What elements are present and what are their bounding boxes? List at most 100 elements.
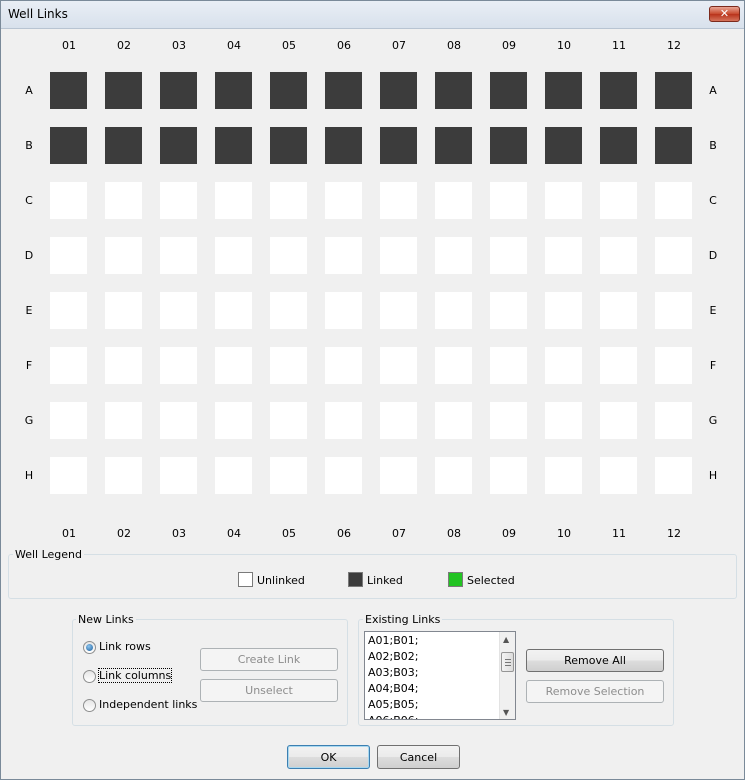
well-H11[interactable] (600, 457, 637, 494)
well-B05[interactable] (270, 127, 307, 164)
well-G12[interactable] (655, 402, 692, 439)
well-E01[interactable] (50, 292, 87, 329)
list-item[interactable]: A02;B02; (368, 650, 418, 663)
well-F08[interactable] (435, 347, 472, 384)
well-D09[interactable] (490, 237, 527, 274)
well-H09[interactable] (490, 457, 527, 494)
existing-links-list[interactable]: A01;B01; A02;B02; A03;B03; A04;B04; A05;B05;… (364, 631, 516, 720)
well-F03[interactable] (160, 347, 197, 384)
well-F11[interactable] (600, 347, 637, 384)
well-B06[interactable] (325, 127, 362, 164)
well-B08[interactable] (435, 127, 472, 164)
list-item[interactable]: A03;B03; (368, 666, 418, 679)
well-H04[interactable] (215, 457, 252, 494)
remove-selection-button[interactable]: Remove Selection (526, 680, 664, 703)
create-link-button[interactable]: Create Link (200, 648, 338, 671)
well-F02[interactable] (105, 347, 142, 384)
scroll-thumb[interactable] (501, 652, 514, 672)
unselect-button[interactable]: Unselect (200, 679, 338, 702)
well-E07[interactable] (380, 292, 417, 329)
well-A06[interactable] (325, 72, 362, 109)
well-C09[interactable] (490, 182, 527, 219)
well-E11[interactable] (600, 292, 637, 329)
well-B12[interactable] (655, 127, 692, 164)
well-C10[interactable] (545, 182, 582, 219)
well-C07[interactable] (380, 182, 417, 219)
well-E03[interactable] (160, 292, 197, 329)
well-H02[interactable] (105, 457, 142, 494)
well-A09[interactable] (490, 72, 527, 109)
well-D05[interactable] (270, 237, 307, 274)
ok-button[interactable]: OK (287, 745, 370, 769)
well-F10[interactable] (545, 347, 582, 384)
well-G06[interactable] (325, 402, 362, 439)
well-A08[interactable] (435, 72, 472, 109)
well-D01[interactable] (50, 237, 87, 274)
well-A01[interactable] (50, 72, 87, 109)
well-D03[interactable] (160, 237, 197, 274)
independent-links-radio[interactable] (83, 699, 96, 712)
remove-all-button[interactable]: Remove All (526, 649, 664, 672)
close-button[interactable]: ✕ (709, 6, 740, 22)
well-B02[interactable] (105, 127, 142, 164)
well-D11[interactable] (600, 237, 637, 274)
list-item[interactable]: A05;B05; (368, 698, 418, 711)
well-A04[interactable] (215, 72, 252, 109)
well-D04[interactable] (215, 237, 252, 274)
well-G11[interactable] (600, 402, 637, 439)
independent-links-label[interactable]: Independent links (99, 698, 197, 711)
well-G04[interactable] (215, 402, 252, 439)
well-G03[interactable] (160, 402, 197, 439)
well-A02[interactable] (105, 72, 142, 109)
well-D02[interactable] (105, 237, 142, 274)
well-C02[interactable] (105, 182, 142, 219)
list-item[interactable]: A04;B04; (368, 682, 418, 695)
list-item[interactable]: A01;B01; (368, 634, 418, 647)
well-F01[interactable] (50, 347, 87, 384)
well-G01[interactable] (50, 402, 87, 439)
well-F06[interactable] (325, 347, 362, 384)
well-B09[interactable] (490, 127, 527, 164)
well-D12[interactable] (655, 237, 692, 274)
well-G09[interactable] (490, 402, 527, 439)
well-F12[interactable] (655, 347, 692, 384)
well-D08[interactable] (435, 237, 472, 274)
well-C06[interactable] (325, 182, 362, 219)
well-H03[interactable] (160, 457, 197, 494)
well-B04[interactable] (215, 127, 252, 164)
well-E02[interactable] (105, 292, 142, 329)
well-A03[interactable] (160, 72, 197, 109)
link-columns-label[interactable]: Link columns (97, 668, 173, 683)
well-C03[interactable] (160, 182, 197, 219)
well-G02[interactable] (105, 402, 142, 439)
well-C11[interactable] (600, 182, 637, 219)
scroll-down-icon[interactable]: ▼ (503, 708, 509, 717)
well-C05[interactable] (270, 182, 307, 219)
well-A07[interactable] (380, 72, 417, 109)
well-C04[interactable] (215, 182, 252, 219)
well-F05[interactable] (270, 347, 307, 384)
well-H08[interactable] (435, 457, 472, 494)
well-D06[interactable] (325, 237, 362, 274)
well-F07[interactable] (380, 347, 417, 384)
well-G05[interactable] (270, 402, 307, 439)
well-H01[interactable] (50, 457, 87, 494)
well-B07[interactable] (380, 127, 417, 164)
well-A12[interactable] (655, 72, 692, 109)
well-H05[interactable] (270, 457, 307, 494)
list-scrollbar[interactable]: ▲ ▼ (499, 632, 515, 719)
well-C12[interactable] (655, 182, 692, 219)
well-E12[interactable] (655, 292, 692, 329)
well-H07[interactable] (380, 457, 417, 494)
well-B10[interactable] (545, 127, 582, 164)
well-F09[interactable] (490, 347, 527, 384)
list-item[interactable]: A06;B06; (368, 714, 418, 719)
link-rows-label[interactable]: Link rows (99, 640, 151, 653)
well-A05[interactable] (270, 72, 307, 109)
well-B03[interactable] (160, 127, 197, 164)
well-G10[interactable] (545, 402, 582, 439)
well-B01[interactable] (50, 127, 87, 164)
well-A11[interactable] (600, 72, 637, 109)
well-E05[interactable] (270, 292, 307, 329)
well-B11[interactable] (600, 127, 637, 164)
